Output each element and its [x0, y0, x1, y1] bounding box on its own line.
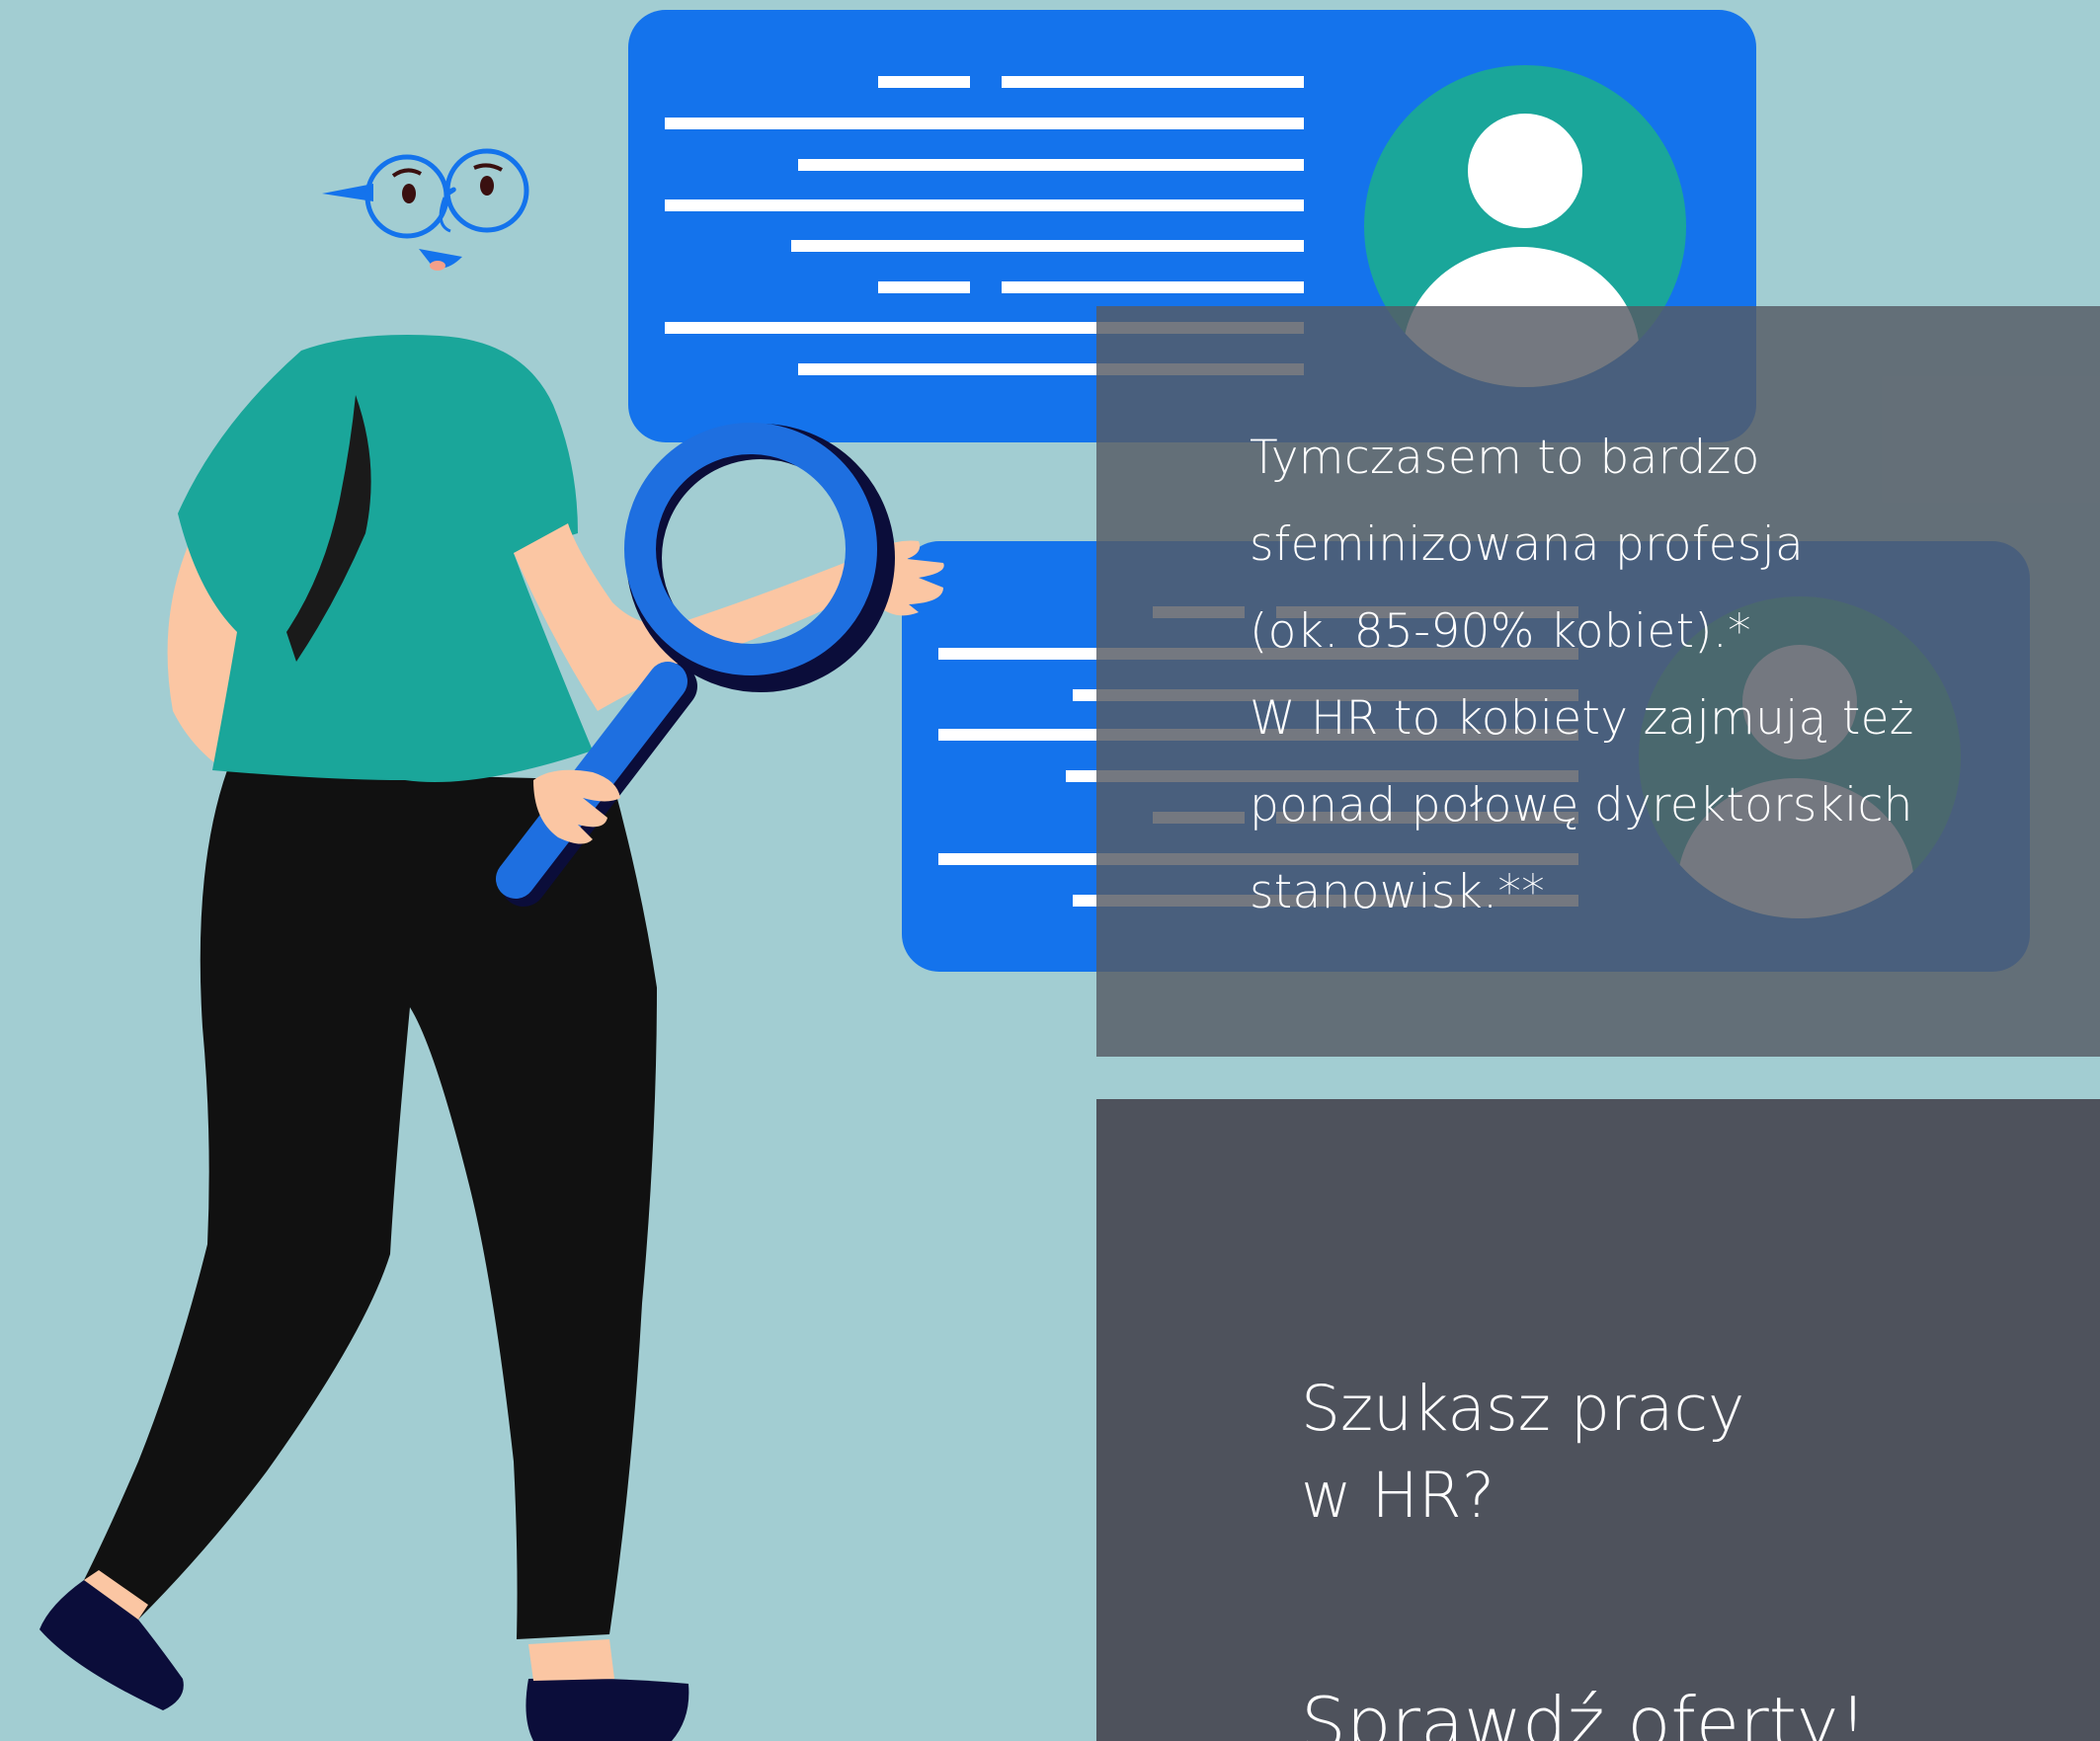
check-offers-link[interactable]: Sprawdź oferty! [1301, 1682, 1867, 1741]
info-line: sfeminizowana profesja [1250, 517, 1805, 572]
cta-heading: Szukasz pracy w HR? [1301, 1366, 1744, 1540]
info-line: (ok. 85-90% kobiet).* [1250, 604, 1751, 659]
info-line: stanowisk.** [1250, 865, 1546, 919]
cta-heading-line: Szukasz pracy [1301, 1373, 1745, 1445]
info-text: Tymczasem to bardzo sfeminizowana profes… [1250, 415, 2060, 936]
cta-heading-line: w HR? [1301, 1460, 1495, 1532]
cta-panel: Szukasz pracy w HR? Sprawdź oferty! [1096, 1099, 2100, 1741]
info-line: ponad połowę dyrektorskich [1250, 778, 1913, 832]
face [322, 148, 529, 271]
info-line: W HR to kobiety zajmują też [1250, 691, 1914, 746]
info-line: Tymczasem to bardzo [1250, 431, 1760, 485]
